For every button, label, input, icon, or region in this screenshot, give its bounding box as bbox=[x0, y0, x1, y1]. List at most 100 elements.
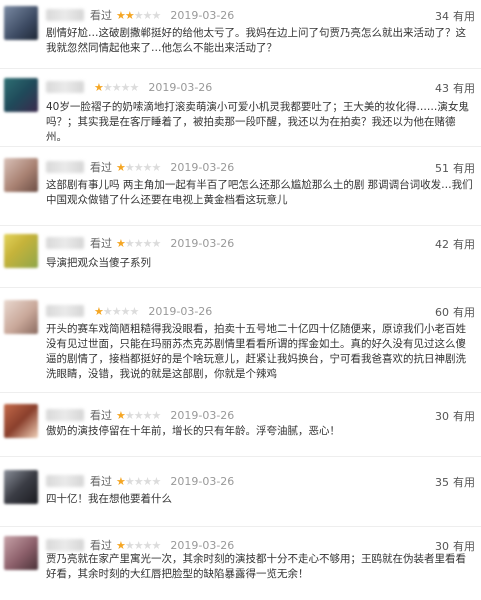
useful-count: 35 bbox=[435, 476, 449, 489]
useful-count: 34 bbox=[435, 10, 449, 23]
username-blurred[interactable] bbox=[46, 81, 84, 93]
star-filled-icon: ★ bbox=[116, 408, 126, 422]
review-item: ★ ★ ★ ★ ★ 2019-03-26 60 有用 开头的赛车戏简陋粗糙得我没眼看，拍卖… bbox=[0, 296, 481, 392]
review-date: 2019-03-26 bbox=[170, 160, 235, 174]
star-empty-icon: ★ bbox=[151, 160, 162, 174]
username-blurred[interactable] bbox=[46, 305, 84, 317]
review-item: 看过 ★ ★ ★ ★ ★ 2019-03-26 42 有用 导演把观众当傻子系列 bbox=[0, 230, 481, 286]
divider bbox=[0, 287, 481, 288]
star-empty-icon: ★ bbox=[124, 236, 135, 250]
star-empty-icon: ★ bbox=[120, 304, 131, 318]
user-avatar[interactable] bbox=[4, 404, 38, 438]
useful-label[interactable]: 有用 bbox=[453, 410, 475, 423]
review-date: 2019-03-26 bbox=[170, 236, 235, 250]
user-avatar[interactable] bbox=[4, 78, 38, 112]
star-empty-icon: ★ bbox=[142, 8, 153, 22]
username-blurred[interactable] bbox=[46, 237, 84, 249]
useful-label[interactable]: 有用 bbox=[453, 162, 475, 175]
star-empty-icon: ★ bbox=[151, 236, 162, 250]
star-empty-icon: ★ bbox=[124, 538, 135, 552]
useful-vote[interactable]: 30 有用 bbox=[435, 408, 475, 424]
useful-count: 51 bbox=[435, 162, 449, 175]
useful-label[interactable]: 有用 bbox=[453, 10, 475, 23]
useful-vote[interactable]: 35 有用 bbox=[435, 474, 475, 490]
star-empty-icon: ★ bbox=[133, 160, 144, 174]
review-item: 看过 ★ ★ ★ ★ ★ 2019-03-26 30 有用 傲奶的演技停留在十年前，增长的… bbox=[0, 400, 481, 454]
star-rating: ★ ★ ★ ★ ★ bbox=[116, 236, 162, 250]
star-filled-icon: ★ bbox=[116, 8, 126, 22]
star-empty-icon: ★ bbox=[102, 304, 113, 318]
star-empty-icon: ★ bbox=[124, 408, 135, 422]
useful-label[interactable]: 有用 bbox=[453, 306, 475, 319]
review-date: 2019-03-26 bbox=[170, 8, 235, 22]
star-empty-icon: ★ bbox=[102, 80, 113, 94]
star-rating: ★ ★ ★ ★ ★ bbox=[116, 538, 161, 552]
useful-vote[interactable]: 34 有用 bbox=[435, 8, 475, 24]
review-text: 贾乃亮就在家产里寓光一次，其余时刻的演技都十分不走心不够用；王鸥就在伪装者里看看… bbox=[46, 553, 466, 580]
review-text: 傲奶的演技停留在十年前，增长的只有年龄。浮夸油腻，恶心！ bbox=[46, 425, 340, 437]
review-item: 看过 ★ ★ ★ ★ ★ 2019-03-26 51 有用 这部剧有事儿吗 两主角加一起有… bbox=[0, 152, 481, 222]
watched-status: 看过 bbox=[90, 539, 112, 552]
useful-count: 43 bbox=[435, 82, 449, 95]
username-blurred[interactable] bbox=[46, 9, 84, 21]
star-empty-icon: ★ bbox=[120, 80, 131, 94]
review-item: 看过 ★ ★ ★ ★ ★ 2019-03-26 34 有用 剧情好尬…这破剧撒郸挺好的给他… bbox=[0, 2, 481, 68]
star-empty-icon: ★ bbox=[151, 8, 162, 22]
review-text: 四十亿！我在想他要着什么 bbox=[46, 493, 172, 505]
star-empty-icon: ★ bbox=[133, 538, 144, 552]
star-rating: ★ ★ ★ ★ ★ bbox=[116, 476, 161, 487]
star-empty-icon: ★ bbox=[111, 80, 122, 94]
useful-label[interactable]: 有用 bbox=[453, 238, 475, 251]
divider bbox=[0, 526, 481, 527]
username-blurred[interactable] bbox=[46, 539, 84, 551]
user-avatar[interactable] bbox=[4, 300, 38, 334]
user-avatar[interactable] bbox=[4, 470, 38, 504]
star-empty-icon: ★ bbox=[133, 236, 144, 250]
watched-status: 看过 bbox=[90, 475, 112, 488]
divider bbox=[0, 456, 481, 457]
review-item: 看过 ★ ★ ★ ★ ★ 2019-03-26 35 有用 四十亿！我在想他要着什么 bbox=[0, 466, 481, 522]
review-text: 这部剧有事儿吗 两主角加一起有半百了吧怎么还那么尴尬那么土的剧 那调调台词收发…… bbox=[46, 179, 473, 206]
star-empty-icon: ★ bbox=[151, 408, 162, 422]
useful-vote[interactable]: 43 有用 bbox=[435, 80, 475, 96]
star-empty-icon: ★ bbox=[129, 80, 140, 94]
star-filled-icon: ★ bbox=[116, 160, 126, 174]
star-filled-icon: ★ bbox=[94, 304, 104, 318]
star-rating: ★ ★ ★ ★ ★ bbox=[94, 304, 140, 318]
star-rating: ★ ★ ★ ★ ★ bbox=[116, 160, 162, 174]
watched-status: 看过 bbox=[90, 9, 112, 22]
star-empty-icon: ★ bbox=[129, 304, 140, 318]
useful-count: 60 bbox=[435, 306, 449, 319]
useful-label[interactable]: 有用 bbox=[453, 476, 475, 489]
star-empty-icon: ★ bbox=[124, 160, 135, 174]
useful-vote[interactable]: 60 有用 bbox=[435, 304, 475, 320]
review-text: 导演把观众当傻子系列 bbox=[46, 257, 151, 269]
star-filled-icon: ★ bbox=[116, 236, 126, 250]
watched-status: 看过 bbox=[90, 161, 112, 174]
useful-label[interactable]: 有用 bbox=[453, 82, 475, 95]
review-list: 看过 ★ ★ ★ ★ ★ 2019-03-26 34 有用 剧情好尬…这破剧撒郸挺好的给他… bbox=[0, 0, 481, 600]
star-rating: ★ ★ ★ ★ ★ bbox=[94, 80, 140, 94]
review-date: 2019-03-26 bbox=[170, 538, 235, 552]
user-avatar[interactable] bbox=[4, 536, 38, 570]
useful-vote[interactable]: 51 有用 bbox=[435, 160, 475, 176]
star-empty-icon: ★ bbox=[133, 8, 144, 22]
review-date: 2019-03-26 bbox=[170, 408, 235, 422]
user-avatar[interactable] bbox=[4, 158, 38, 192]
useful-vote[interactable]: 42 有用 bbox=[435, 236, 475, 252]
useful-count: 30 bbox=[435, 410, 449, 423]
watched-status: 看过 bbox=[90, 237, 112, 250]
review-date: 2019-03-26 bbox=[148, 80, 213, 94]
user-avatar[interactable] bbox=[4, 6, 38, 40]
star-empty-icon: ★ bbox=[133, 408, 144, 422]
star-empty-icon: ★ bbox=[142, 160, 153, 174]
star-filled-icon: ★ bbox=[124, 8, 135, 22]
username-blurred[interactable] bbox=[46, 475, 84, 487]
username-blurred[interactable] bbox=[46, 161, 84, 173]
user-avatar[interactable] bbox=[4, 234, 38, 268]
star-filled-icon: ★ bbox=[116, 538, 126, 552]
divider bbox=[0, 392, 481, 393]
star-empty-icon: ★ bbox=[142, 538, 153, 552]
username-blurred[interactable] bbox=[46, 409, 84, 421]
review-text: 开头的赛车戏简陋粗糙得我没眼看，拍卖十五号地二十亿四十亿随便来，原谅我们小老百姓… bbox=[46, 323, 466, 380]
